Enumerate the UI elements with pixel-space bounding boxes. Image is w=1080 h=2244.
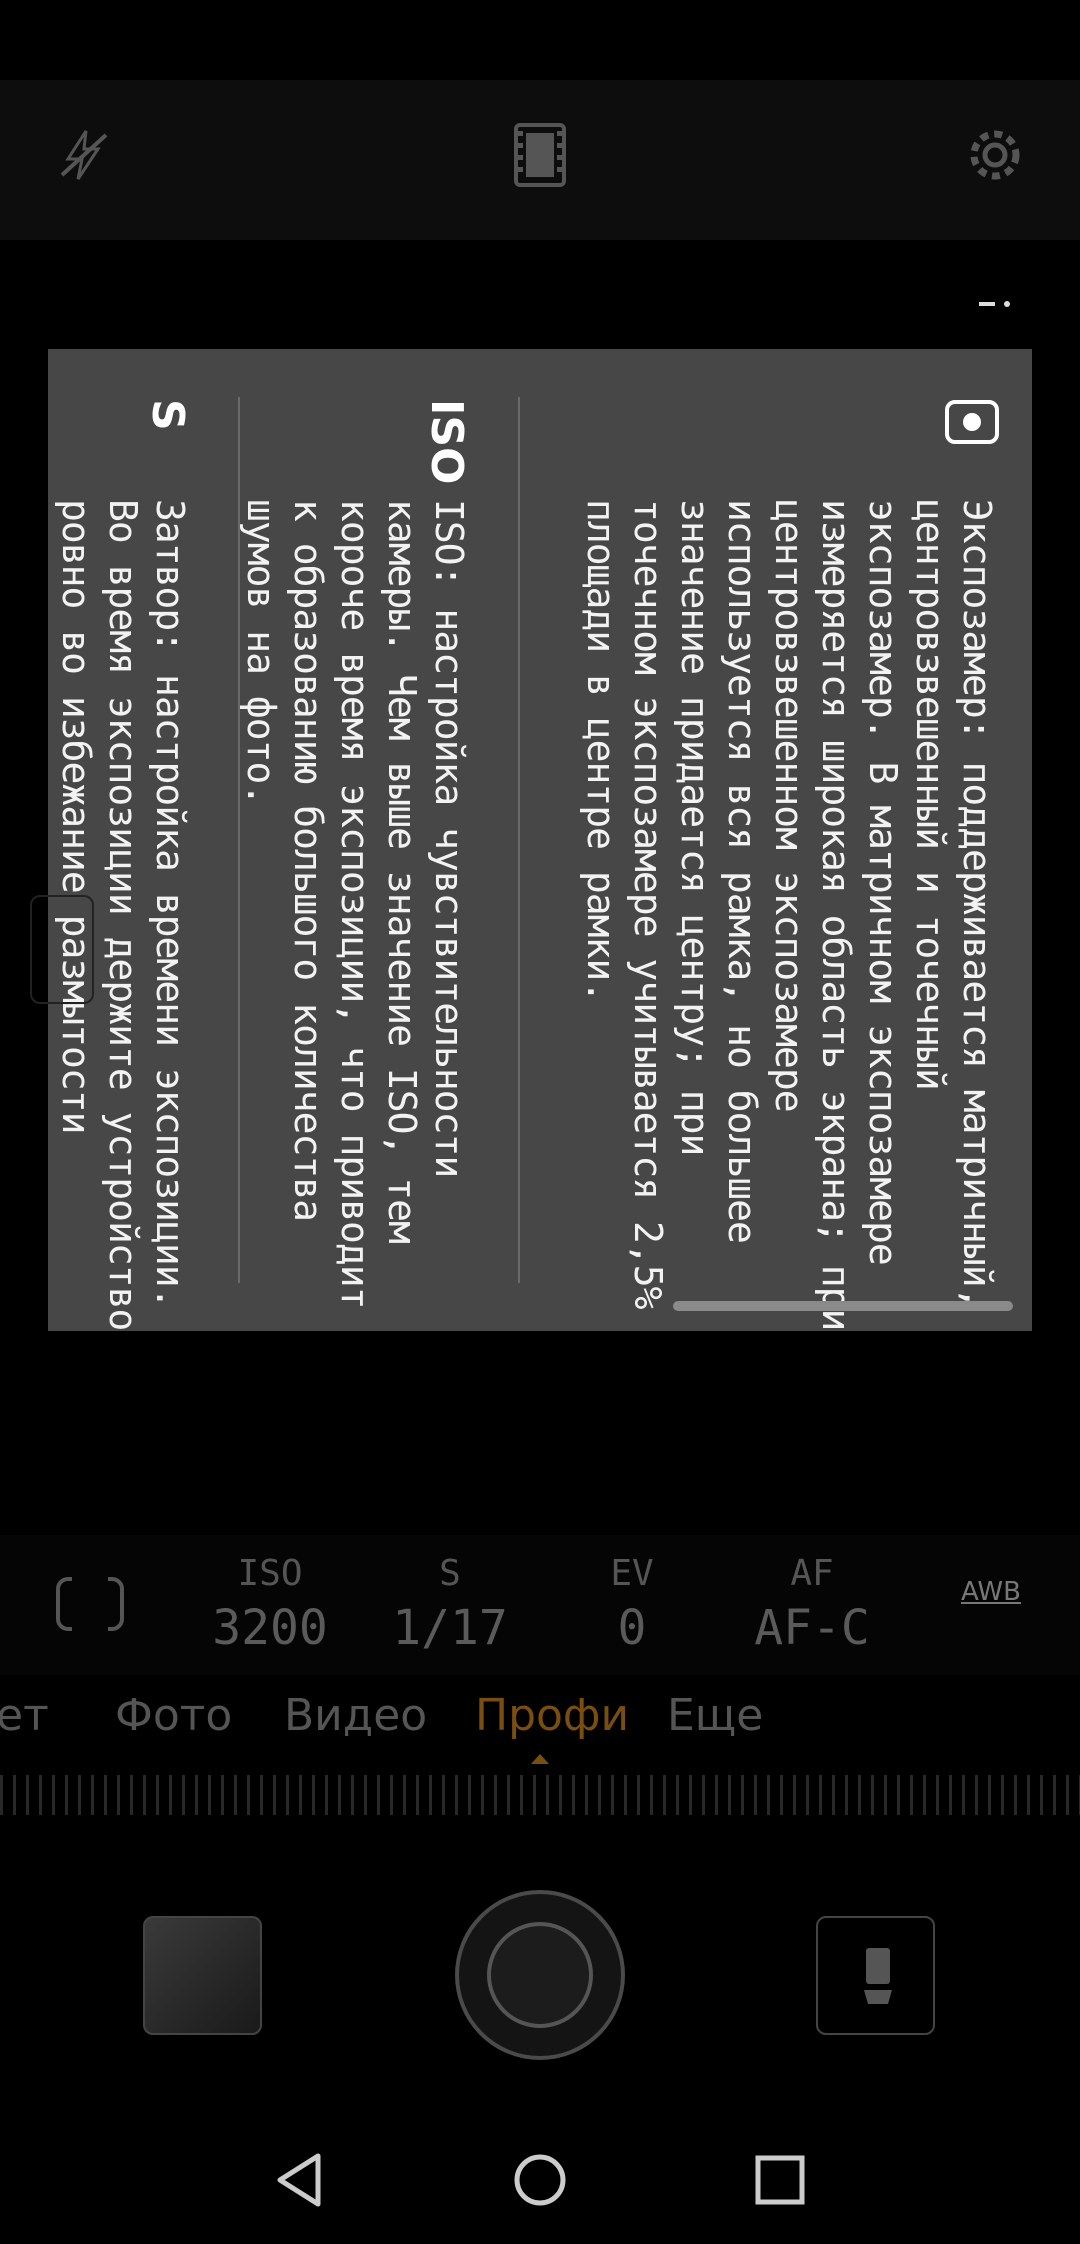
param-value: 1/17: [392, 1600, 508, 1656]
help-text-metering: Экспозамер: поддерживается матричный, це…: [579, 499, 999, 1331]
mode-item-more[interactable]: Еще: [667, 1690, 763, 1741]
zoom-dial[interactable]: [0, 1775, 1080, 1815]
scrollbar[interactable]: [673, 1301, 1013, 1311]
param-value: 0: [617, 1600, 647, 1656]
param-iso[interactable]: ISO 3200: [210, 1553, 330, 1656]
divider: [238, 397, 240, 1283]
film-mode-icon[interactable]: [505, 120, 575, 190]
metering-icon[interactable]: [56, 1575, 124, 1633]
mode-item-photo[interactable]: Фото: [115, 1690, 232, 1741]
nav-recents-icon[interactable]: [750, 2150, 810, 2210]
flash-off-icon[interactable]: [49, 120, 119, 190]
shutter-inner-ring: [487, 1922, 593, 2028]
param-value: 3200: [212, 1600, 328, 1656]
param-value: AF-C: [754, 1600, 870, 1656]
metering-spot-icon: [933, 399, 1000, 445]
help-title-shutter: S: [142, 399, 193, 431]
param-label: ISO: [237, 1553, 303, 1594]
switch-camera-icon: [864, 1948, 892, 2004]
side-handle: [30, 895, 94, 1004]
pro-mode-help-panel: Экспозамер: поддерживается матричный, це…: [48, 349, 1032, 1331]
param-shutter[interactable]: S 1/17: [390, 1553, 510, 1656]
help-text-iso: ISO: настройка чувствительности камеры. …: [239, 499, 471, 1309]
switch-camera-button[interactable]: [816, 1916, 935, 2035]
mode-item-pro[interactable]: Профи: [475, 1690, 629, 1741]
gallery-thumbnail[interactable]: [143, 1916, 262, 2035]
pro-params-bar: ISO 3200 S 1/17 EV 0 AF AF-C AWB: [0, 1535, 1080, 1675]
param-label: AF: [790, 1553, 834, 1594]
more-options-icon[interactable]: [975, 294, 1015, 314]
divider: [518, 397, 520, 1283]
help-title-iso: ISO: [421, 399, 472, 485]
active-mode-indicator: [531, 1754, 549, 1764]
nav-home-icon[interactable]: [510, 2150, 570, 2210]
param-label: S: [439, 1553, 461, 1594]
mode-item-video[interactable]: Видео: [284, 1690, 427, 1741]
param-af[interactable]: AF AF-C: [752, 1553, 872, 1656]
awb-button[interactable]: AWB: [958, 1577, 1024, 1607]
settings-gear-icon[interactable]: [960, 120, 1030, 190]
param-label: EV: [610, 1553, 654, 1594]
nav-back-icon[interactable]: [270, 2150, 330, 2210]
mode-item[interactable]: ет: [0, 1690, 49, 1741]
param-ev[interactable]: EV 0: [572, 1553, 692, 1656]
